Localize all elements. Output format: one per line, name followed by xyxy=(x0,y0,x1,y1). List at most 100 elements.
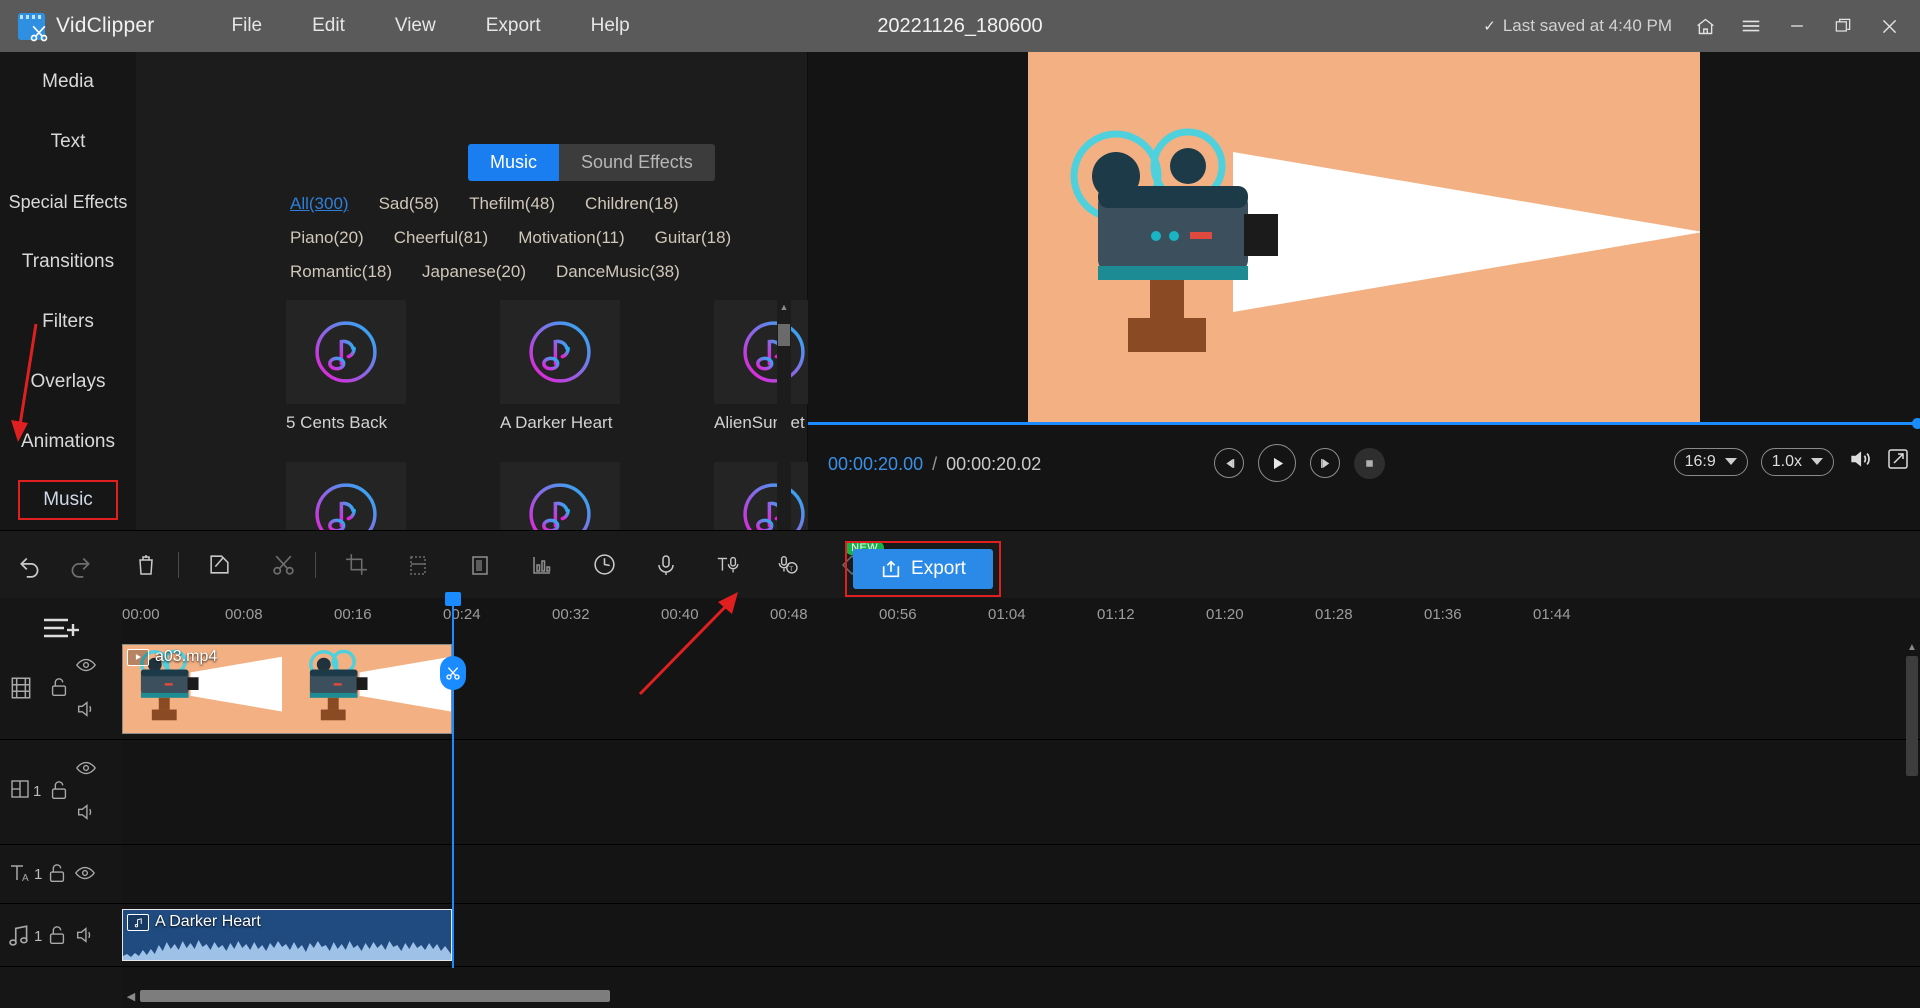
sidebar-item-transitions[interactable]: Transitions xyxy=(0,232,136,292)
ruler-tick: 00:48 xyxy=(770,606,808,623)
scroll-up-icon[interactable]: ▲ xyxy=(1906,642,1918,653)
window-controls xyxy=(1682,0,1912,52)
close-icon[interactable] xyxy=(1866,0,1912,52)
playback-speed-selector[interactable]: 1.0x xyxy=(1760,447,1834,476)
lock-icon[interactable] xyxy=(46,924,68,951)
music-card[interactable]: A Darker Heart xyxy=(500,300,620,433)
ruler-tick: 01:04 xyxy=(988,606,1026,623)
tag-motivation[interactable]: Motivation(11) xyxy=(518,228,624,248)
ruler-tick: 01:44 xyxy=(1533,606,1571,623)
music-card[interactable]: 5 Cents Back xyxy=(286,300,406,433)
maximize-icon[interactable] xyxy=(1820,0,1866,52)
prev-frame-icon[interactable] xyxy=(1214,448,1244,478)
split-icon[interactable] xyxy=(263,545,303,585)
edit-icon[interactable] xyxy=(199,545,239,585)
lock-icon[interactable] xyxy=(48,779,70,806)
sidebar-item-music[interactable]: Music xyxy=(18,480,118,520)
playhead[interactable] xyxy=(445,592,461,968)
video-clip-label-group: a03.mp4 xyxy=(127,648,217,666)
menu-icon[interactable] xyxy=(1728,0,1774,52)
video-clip[interactable]: a03.mp4 xyxy=(122,644,452,734)
export-button[interactable]: Export xyxy=(853,549,993,589)
eye-icon[interactable] xyxy=(75,654,97,681)
sidebar-item-special-effects[interactable]: Special Effects xyxy=(0,172,136,232)
ruler-tick: 00:00 xyxy=(122,606,160,623)
sidebar-item-overlays[interactable]: Overlays xyxy=(0,352,136,412)
speaker-icon[interactable] xyxy=(74,924,96,951)
crop-icon[interactable] xyxy=(336,545,376,585)
video-clip-icon xyxy=(127,648,149,666)
tag-children[interactable]: Children(18) xyxy=(585,194,679,214)
lock-icon[interactable] xyxy=(46,862,68,889)
export-icon xyxy=(882,560,900,578)
tab-music[interactable]: Music xyxy=(468,144,560,181)
timeline-horizontal-scrollbar[interactable]: ◀ xyxy=(122,988,1912,1004)
timeline: 00:00 00:08 00:16 00:24 00:32 00:40 00:4… xyxy=(0,592,1920,1008)
ruler-tick: 00:16 xyxy=(334,606,372,623)
ruler-tick: 00:08 xyxy=(225,606,263,623)
scrollbar-thumb[interactable] xyxy=(778,324,790,346)
tab-sound-effects[interactable]: Sound Effects xyxy=(559,144,715,181)
eye-icon[interactable] xyxy=(75,757,97,784)
tag-japanese[interactable]: Japanese(20) xyxy=(422,262,526,282)
background-icon[interactable] xyxy=(460,545,500,585)
delete-icon[interactable] xyxy=(126,545,166,585)
track-overlay[interactable]: 1 xyxy=(0,741,1920,845)
aspect-ratio-selector[interactable]: 16:9 xyxy=(1673,447,1748,476)
track-text[interactable]: A 1 xyxy=(0,846,1920,904)
track-audio[interactable]: 1 A Darker Heart xyxy=(0,905,1920,967)
tag-thefilm[interactable]: Thefilm(48) xyxy=(469,194,555,214)
tag-piano[interactable]: Piano(20) xyxy=(290,228,364,248)
video-canvas[interactable] xyxy=(1028,52,1700,424)
sidebar-item-animations[interactable]: Animations xyxy=(0,412,136,472)
hscrollbar-thumb[interactable] xyxy=(140,990,610,1002)
sidebar-item-text[interactable]: Text xyxy=(0,112,136,172)
stop-icon[interactable] xyxy=(1354,447,1385,479)
music-card-name: A Darker Heart xyxy=(500,413,613,432)
preview-progress-bar[interactable] xyxy=(808,422,1920,425)
playhead-handle[interactable] xyxy=(445,592,461,606)
speech-to-text-icon[interactable]: T xyxy=(770,545,810,585)
speaker-icon[interactable] xyxy=(75,801,97,828)
tag-all[interactable]: All(300) xyxy=(290,194,349,214)
speaker-icon[interactable] xyxy=(75,698,97,725)
next-frame-icon[interactable] xyxy=(1310,448,1340,478)
total-timecode: 00:00:20.02 xyxy=(946,454,1042,474)
text-to-speech-icon[interactable] xyxy=(708,545,748,585)
timeline-vertical-scrollbar[interactable]: ▲ xyxy=(1906,642,1918,982)
toolbar-divider xyxy=(178,551,179,578)
split-scissors-icon[interactable] xyxy=(440,656,466,690)
tag-guitar[interactable]: Guitar(18) xyxy=(655,228,732,248)
scroll-left-icon[interactable]: ◀ xyxy=(122,990,140,1003)
home-icon[interactable] xyxy=(1682,0,1728,52)
timecode-display: 00:00:20.00 / 00:00:20.02 xyxy=(828,454,1041,475)
tag-sad[interactable]: Sad(58) xyxy=(379,194,439,214)
eye-icon[interactable] xyxy=(74,862,96,889)
audio-waveform xyxy=(123,940,451,960)
tag-romantic[interactable]: Romantic(18) xyxy=(290,262,392,282)
track-header-audio: 1 xyxy=(0,905,122,966)
sidebar-item-media[interactable]: Media xyxy=(0,52,136,112)
text-track-icon: A xyxy=(8,860,34,891)
preview-progress-handle[interactable] xyxy=(1912,418,1920,429)
play-icon[interactable] xyxy=(1258,444,1296,482)
adjust-icon[interactable] xyxy=(522,545,562,585)
volume-icon[interactable] xyxy=(1847,446,1873,477)
preview-controls-row: 00:00:20.00 / 00:00:20.02 16:9 1.0x xyxy=(808,440,1920,490)
tag-dancemusic[interactable]: DanceMusic(38) xyxy=(556,262,680,282)
fullscreen-icon[interactable] xyxy=(1886,447,1910,476)
lock-icon[interactable] xyxy=(48,676,70,703)
track-video[interactable]: a03.mp4 xyxy=(0,640,1920,740)
minimize-icon[interactable] xyxy=(1774,0,1820,52)
timeline-ruler[interactable]: 00:00 00:08 00:16 00:24 00:32 00:40 00:4… xyxy=(122,598,1920,640)
vscrollbar-thumb[interactable] xyxy=(1906,656,1918,776)
tag-cheerful[interactable]: Cheerful(81) xyxy=(394,228,489,248)
freeze-frame-icon[interactable] xyxy=(398,545,438,585)
audio-clip[interactable]: A Darker Heart xyxy=(122,909,452,961)
duration-icon[interactable] xyxy=(584,545,624,585)
scroll-up-icon[interactable]: ▲ xyxy=(777,300,791,314)
record-voice-icon[interactable] xyxy=(646,545,686,585)
undo-icon[interactable] xyxy=(10,545,50,585)
redo-icon[interactable] xyxy=(60,545,100,585)
sidebar-item-filters[interactable]: Filters xyxy=(0,292,136,352)
